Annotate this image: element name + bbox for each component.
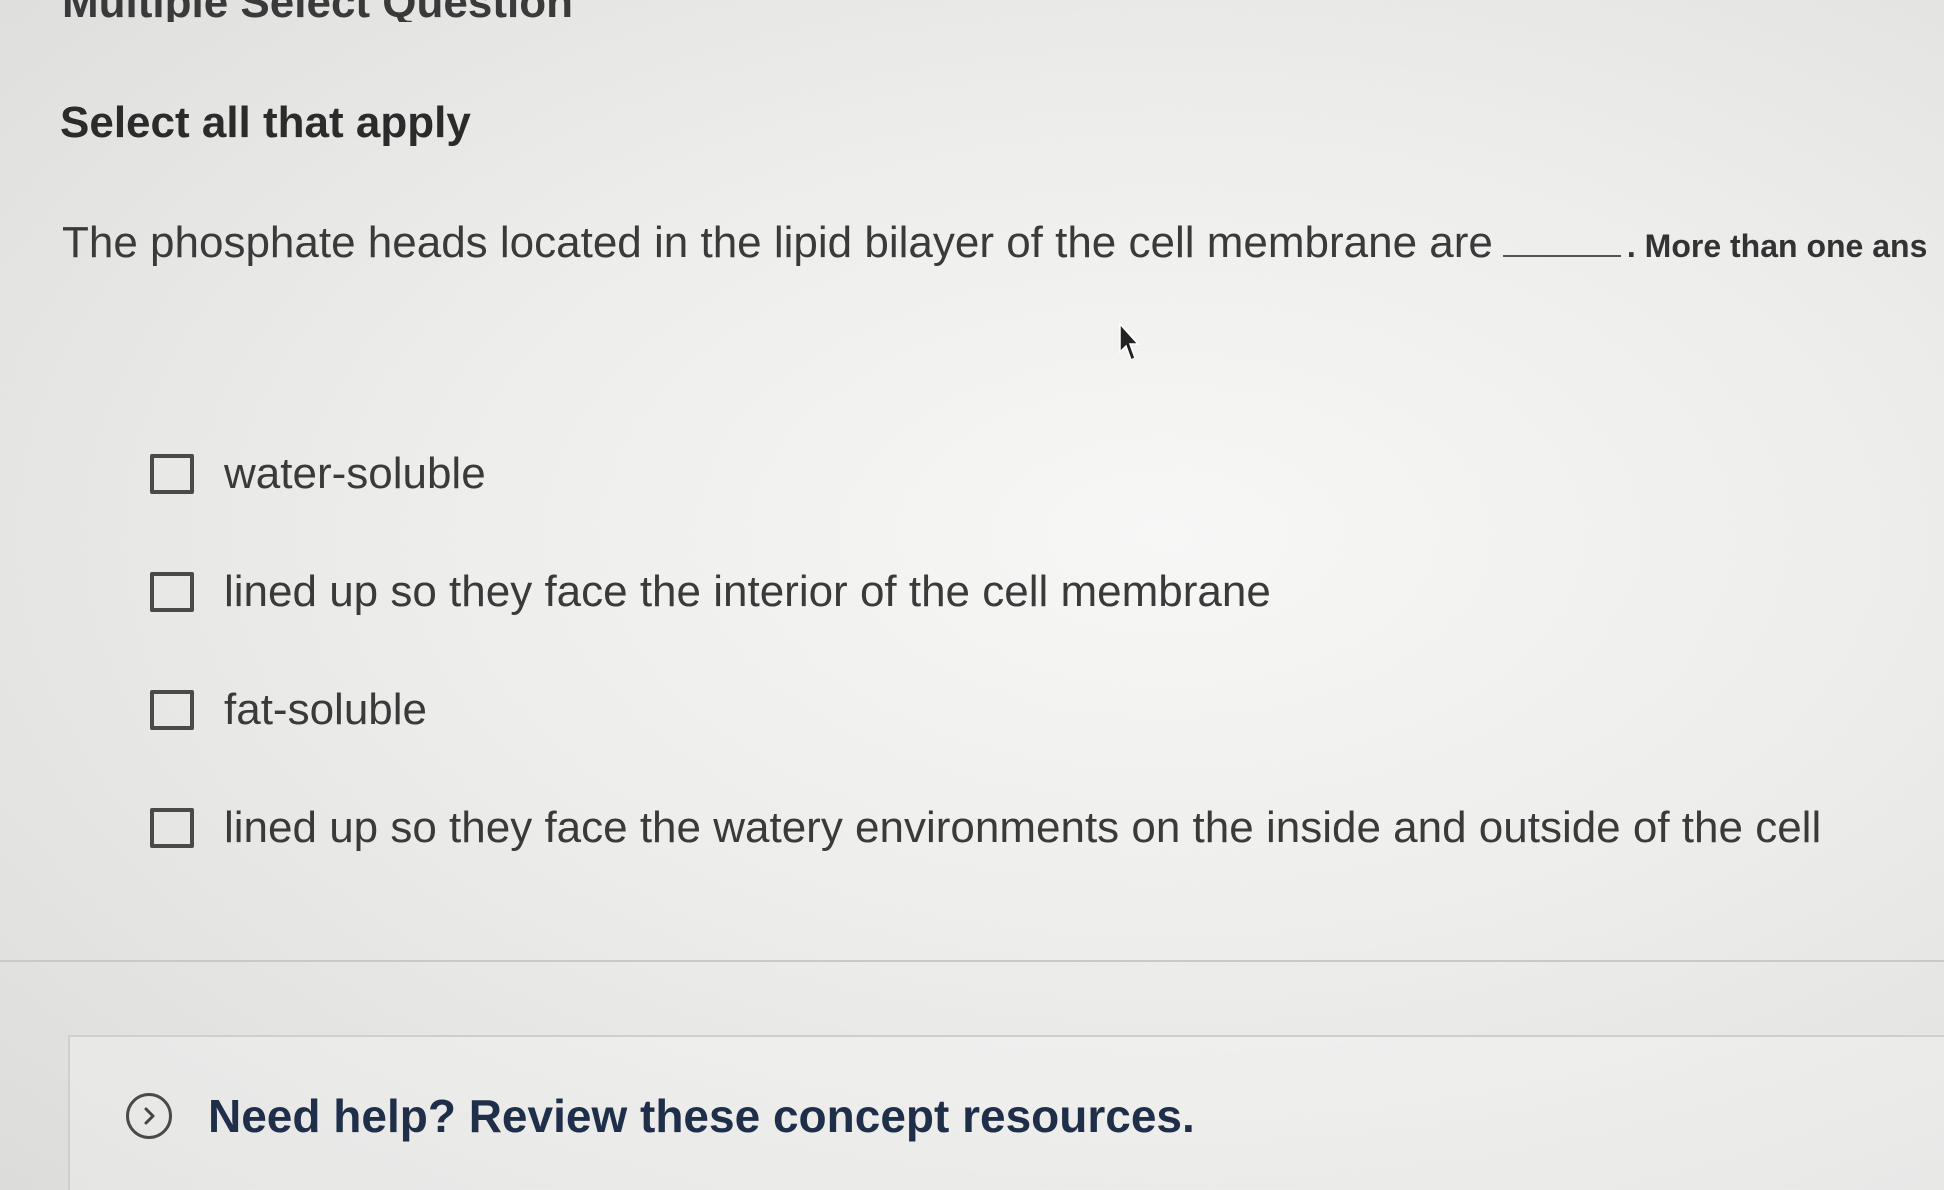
- checkbox[interactable]: [150, 808, 194, 848]
- question-instruction: Select all that apply: [60, 98, 471, 147]
- option-label: lined up so they face the interior of th…: [224, 567, 1271, 616]
- answer-blank: [1502, 225, 1621, 257]
- option-water-soluble[interactable]: water-soluble: [150, 449, 1850, 498]
- help-resources-link[interactable]: Need help? Review these concept resource…: [126, 1089, 1195, 1143]
- mouse-pointer-icon: [1119, 322, 1140, 362]
- question-prompt: The phosphate heads located in the lipid…: [62, 218, 1944, 268]
- checkbox[interactable]: [150, 454, 194, 494]
- option-fat-soluble[interactable]: fat-soluble: [150, 685, 1850, 734]
- checkbox[interactable]: [150, 690, 194, 730]
- option-face-watery-environments[interactable]: lined up so they face the watery environ…: [150, 803, 1850, 852]
- option-label: fat-soluble: [224, 685, 428, 734]
- option-label: lined up so they face the watery environ…: [224, 803, 1822, 852]
- page-header: Multiple Select Question: [0, 0, 1944, 22]
- question-note: . More than one ans: [1626, 228, 1928, 264]
- divider: [0, 960, 1944, 962]
- help-link-text[interactable]: Need help? Review these concept resource…: [208, 1089, 1195, 1143]
- checkbox[interactable]: [150, 572, 194, 612]
- page-heading: Multiple Select Question: [62, 0, 573, 22]
- option-face-interior[interactable]: lined up so they face the interior of th…: [150, 567, 1850, 616]
- answer-options: water-soluble lined up so they face the …: [150, 449, 1850, 924]
- question-text: The phosphate heads located in the lipid…: [62, 218, 1493, 267]
- option-label: water-soluble: [224, 449, 486, 498]
- help-panel: Need help? Review these concept resource…: [68, 1035, 1944, 1190]
- chevron-right-icon[interactable]: [126, 1093, 172, 1139]
